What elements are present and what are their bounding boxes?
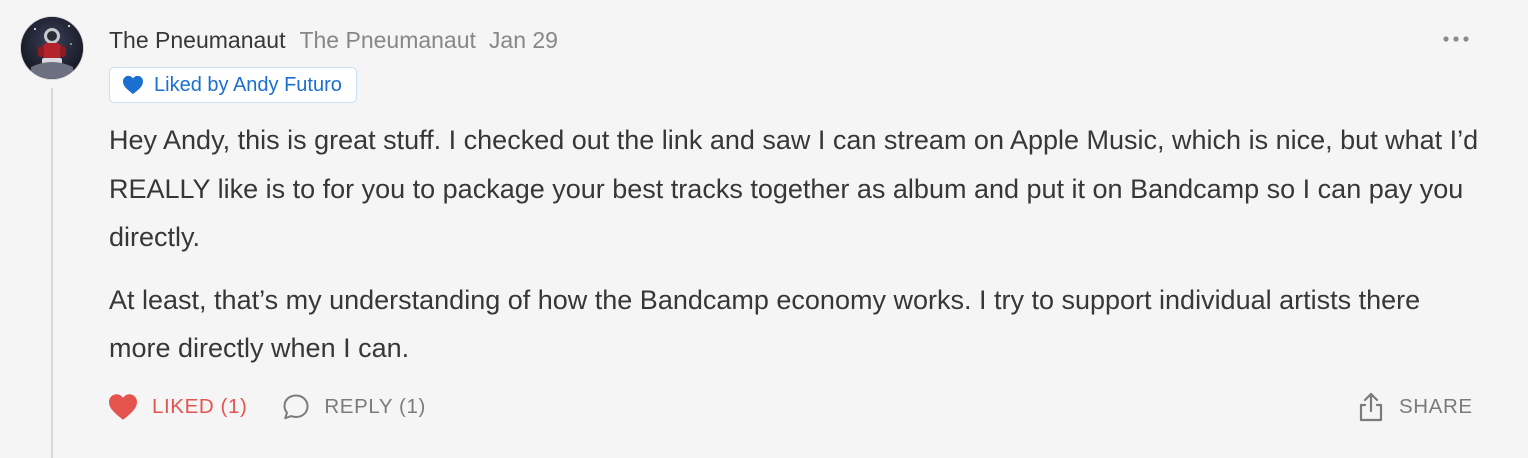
comment-paragraph: At least, that’s my understanding of how… xyxy=(109,284,1421,364)
speech-bubble-icon xyxy=(281,392,311,422)
share-button[interactable]: SHARE xyxy=(1357,388,1473,426)
reply-button[interactable]: REPLY (1) xyxy=(281,392,425,422)
author-handle[interactable]: The Pneumanaut xyxy=(299,27,475,54)
author-name[interactable]: The Pneumanaut xyxy=(109,27,285,54)
more-options-button[interactable] xyxy=(1438,26,1474,52)
comment-paragraph: Hey Andy, this is great stuff. I checked… xyxy=(109,125,1479,252)
more-horizontal-icon xyxy=(1443,36,1469,42)
thread-line xyxy=(51,88,53,458)
liked-by-badge: Liked by Andy Futuro xyxy=(109,67,357,103)
liked-by-text: Liked by Andy Futuro xyxy=(154,73,342,96)
author-avatar[interactable] xyxy=(21,17,83,79)
like-label: LIKED (1) xyxy=(152,395,248,418)
comment-date[interactable]: Jan 29 xyxy=(489,27,558,54)
reply-label: REPLY (1) xyxy=(324,395,426,418)
comment-header: The Pneumanaut The Pneumanaut Jan 29 xyxy=(109,24,558,56)
astronaut-avatar-image xyxy=(21,17,83,79)
share-upload-icon xyxy=(1357,391,1385,423)
heart-filled-icon xyxy=(107,393,139,421)
comment-actions: LIKED (1) REPLY (1) xyxy=(107,388,460,426)
comment-body: Hey Andy, this is great stuff. I checked… xyxy=(109,116,1489,387)
like-button[interactable]: LIKED (1) xyxy=(107,393,247,421)
heart-filled-icon xyxy=(122,75,144,95)
share-label: SHARE xyxy=(1399,395,1473,418)
